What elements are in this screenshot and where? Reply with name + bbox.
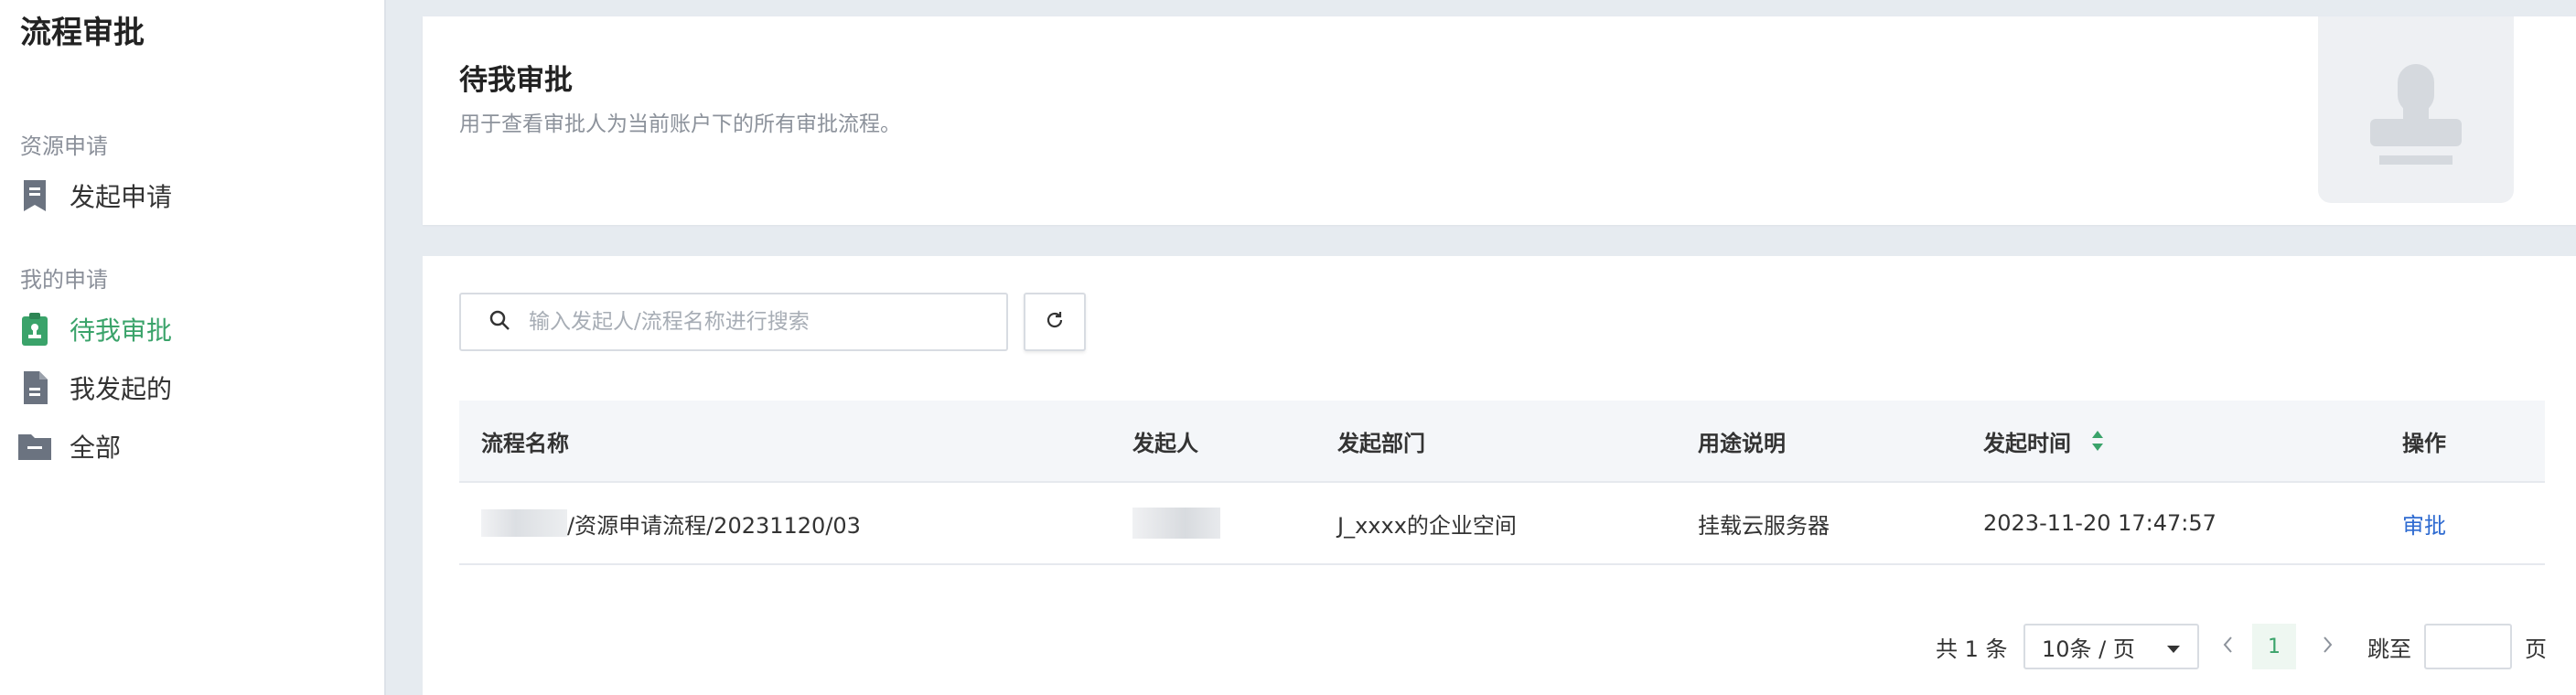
column-header-time-label: 发起时间 — [1983, 430, 2071, 456]
prev-page-button[interactable] — [2214, 624, 2241, 669]
chevron-left-icon — [2222, 636, 2233, 658]
cell-process-name-text: /资源申请流程/20231120/03 — [567, 512, 861, 539]
stamp-illustration-icon — [2318, 16, 2514, 203]
refresh-button[interactable] — [1024, 293, 1086, 351]
nav-item-label: 待我审批 — [70, 315, 173, 346]
search-box[interactable] — [459, 293, 1008, 351]
sidebar: 流程审批 资源申请 发起申请 我的申请 待我审批 我发起的 全部 — [0, 0, 386, 695]
jump-page-input[interactable] — [2424, 624, 2512, 669]
redacted-block — [481, 509, 567, 537]
page-title: 待我审批 — [459, 64, 573, 97]
cell-department: J_xxxx的企业空间 — [1337, 512, 1517, 539]
chevron-right-icon — [2323, 636, 2334, 658]
table-row: /资源申请流程/20231120/03 J_xxxx的企业空间 挂载云服务器 2… — [459, 483, 2545, 565]
cell-process-name: /资源申请流程/20231120/03 — [459, 508, 1132, 540]
page-size-select[interactable]: 10条 / 页 — [2023, 624, 2199, 669]
page-label: 页 — [2525, 636, 2547, 662]
column-header-purpose: 用途说明 — [1698, 430, 1786, 456]
cell-purpose: 挂载云服务器 — [1698, 512, 1830, 539]
cell-initiator — [1132, 508, 1337, 539]
sort-icon[interactable] — [2091, 430, 2104, 452]
nav-item-apply[interactable]: 发起申请 — [18, 174, 172, 218]
app-title: 流程审批 — [20, 15, 145, 51]
redacted-block — [1132, 508, 1220, 539]
nav-item-label: 我发起的 — [70, 374, 173, 404]
document-icon — [18, 369, 51, 406]
main-panel: 流程名称 发起人 发起部门 用途说明 发起时间 操作 /资源申请流程/20231… — [423, 256, 2576, 695]
nav-item-label: 发起申请 — [70, 182, 173, 212]
column-header-department: 发起部门 — [1337, 430, 1425, 456]
column-header-action: 操作 — [2402, 430, 2446, 456]
nav-item-all[interactable]: 全部 — [18, 424, 121, 468]
approval-table: 流程名称 发起人 发起部门 用途说明 发起时间 操作 /资源申请流程/20231… — [459, 401, 2545, 565]
nav-item-label: 全部 — [70, 433, 122, 463]
group-label-mine: 我的申请 — [20, 267, 108, 293]
jump-label: 跳至 — [2367, 636, 2411, 662]
search-icon — [488, 309, 510, 335]
search-input[interactable] — [529, 310, 968, 334]
page-size-value: 10条 / 页 — [2042, 636, 2135, 662]
page-header: 待我审批 用于查看审批人为当前账户下的所有审批流程。 — [423, 16, 2576, 225]
bookmark-doc-icon — [18, 177, 51, 214]
approve-link[interactable]: 审批 — [2402, 508, 2545, 540]
refresh-icon — [1045, 310, 1065, 334]
pagination-total: 共 1 条 — [1936, 636, 2008, 662]
nav-item-initiated[interactable]: 我发起的 — [18, 366, 172, 410]
table-header: 流程名称 发起人 发起部门 用途说明 发起时间 操作 — [459, 401, 2545, 483]
page-number-current[interactable]: 1 — [2252, 624, 2296, 669]
column-header-time[interactable]: 发起时间 — [1983, 425, 2402, 457]
column-header-initiator: 发起人 — [1132, 430, 1198, 456]
next-page-button[interactable] — [2314, 624, 2342, 669]
cell-time: 2023-11-20 17:47:57 — [1983, 510, 2216, 536]
column-header-name: 流程名称 — [481, 430, 569, 456]
folder-icon — [18, 428, 51, 465]
nav-item-pending[interactable]: 待我审批 — [18, 307, 172, 351]
stamp-clipboard-icon — [18, 311, 51, 348]
page-description: 用于查看审批人为当前账户下的所有审批流程。 — [459, 112, 901, 136]
caret-down-icon — [2166, 634, 2181, 659]
group-label-resource: 资源申请 — [20, 134, 108, 159]
